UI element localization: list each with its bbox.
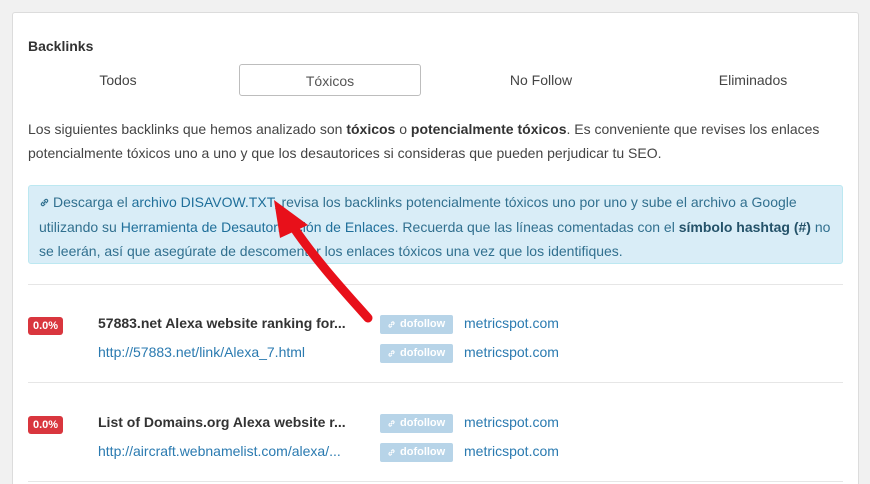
- dofollow-tag: dofollow: [380, 414, 453, 433]
- backlink-url[interactable]: http://57883.net/link/Alexa_7.html: [98, 344, 353, 360]
- target-domain-link[interactable]: metricspot.com: [464, 414, 559, 430]
- toxicity-score-badge: 0.0%: [28, 416, 64, 434]
- tabs: Todos Tóxicos No Follow Eliminados: [28, 64, 843, 96]
- tab-toxicos[interactable]: Tóxicos: [239, 64, 421, 96]
- tab-todos[interactable]: Todos: [28, 64, 208, 96]
- divider: [28, 284, 843, 285]
- backlink-row: 0.0% List of Domains.org Alexa website r…: [28, 404, 843, 468]
- tab-no-follow[interactable]: No Follow: [451, 64, 631, 96]
- link-icon: [388, 321, 395, 328]
- dofollow-tag: dofollow: [380, 315, 453, 334]
- disavow-info-alert: Descarga el archivo DISAVOW.TXT, revisa …: [28, 185, 843, 264]
- target-domain-link[interactable]: metricspot.com: [464, 344, 559, 360]
- link-icon: [388, 350, 395, 357]
- intro-text: Los siguientes backlinks que hemos anali…: [28, 121, 820, 161]
- disavow-tool-link[interactable]: Herramienta de Desautorización de Enlace…: [121, 219, 395, 235]
- target-domain-link[interactable]: metricspot.com: [464, 443, 559, 459]
- tab-eliminados[interactable]: Eliminados: [663, 64, 843, 96]
- link-icon: [388, 420, 395, 427]
- target-domain-link[interactable]: metricspot.com: [464, 315, 559, 331]
- link-icon: [39, 191, 53, 215]
- disavow-file-link[interactable]: archivo DISAVOW.TXT: [132, 194, 274, 210]
- backlink-row: 0.0% 57883.net Alexa website ranking for…: [28, 305, 843, 369]
- dofollow-tag: dofollow: [380, 344, 453, 363]
- link-icon: [388, 449, 395, 456]
- backlink-title: List of Domains.org Alexa website r...: [98, 414, 346, 430]
- dofollow-tag: dofollow: [380, 443, 453, 462]
- backlink-url[interactable]: http://aircraft.webnamelist.com/alexa/..…: [98, 443, 353, 459]
- panel-title: Backlinks: [28, 38, 94, 54]
- backlinks-panel: Backlinks Todos Tóxicos No Follow Elimin…: [12, 12, 859, 484]
- divider: [28, 382, 843, 383]
- backlink-title: 57883.net Alexa website ranking for...: [98, 315, 346, 331]
- divider: [28, 481, 843, 482]
- toxicity-score-badge: 0.0%: [28, 317, 64, 335]
